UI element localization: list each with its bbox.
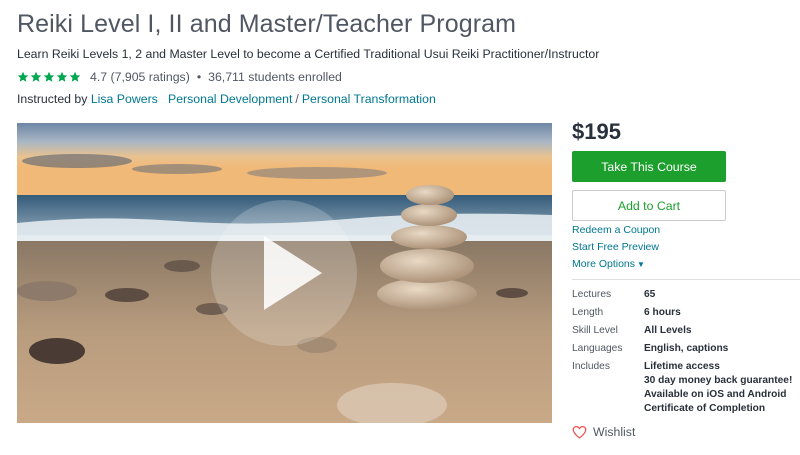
instructor-line: Instructed by Lisa Powers bbox=[17, 92, 158, 106]
star-icon bbox=[43, 71, 55, 82]
spec-value-languages: English, captions bbox=[644, 343, 729, 354]
spec-label-skill-level: Skill Level bbox=[572, 325, 618, 336]
spec-value-lectures: 65 bbox=[644, 289, 656, 300]
course-subtitle: Learn Reiki Levels 1, 2 and Master Level… bbox=[17, 47, 600, 61]
course-preview-video[interactable] bbox=[17, 123, 552, 423]
spec-label-length: Length bbox=[572, 307, 604, 318]
preview-image bbox=[17, 123, 552, 423]
heart-outline-icon bbox=[572, 425, 587, 439]
spec-value-length: 6 hours bbox=[644, 307, 681, 318]
play-icon[interactable] bbox=[211, 200, 357, 346]
instructor-link[interactable]: Lisa Powers bbox=[91, 92, 158, 106]
instructed-by-label: Instructed by bbox=[17, 92, 88, 106]
wishlist-button[interactable]: Wishlist bbox=[572, 425, 635, 439]
spec-label-includes: Includes bbox=[572, 361, 610, 372]
includes-item: Available on iOS and Android bbox=[644, 389, 787, 400]
spec-label-languages: Languages bbox=[572, 343, 623, 354]
category-link-personal-transformation[interactable]: Personal Transformation bbox=[302, 92, 436, 106]
star-icon bbox=[56, 71, 68, 82]
course-price: $195 bbox=[572, 119, 621, 144]
star-icon bbox=[30, 71, 42, 82]
spec-value-skill-level: All Levels bbox=[644, 325, 692, 336]
caret-down-icon: ▼ bbox=[637, 260, 645, 269]
redeem-coupon-link[interactable]: Redeem a Coupon bbox=[572, 224, 660, 236]
divider bbox=[572, 279, 800, 280]
breadcrumb-separator: / bbox=[295, 92, 299, 106]
course-title: Reiki Level I, II and Master/Teacher Pro… bbox=[17, 10, 517, 38]
spec-label-lectures: Lectures bbox=[572, 289, 612, 300]
star-rating bbox=[17, 71, 81, 83]
includes-item: 30 day money back guarantee! bbox=[644, 375, 793, 386]
rating-row: 4.7 (7,905 ratings) • 36,711 students en… bbox=[17, 69, 342, 85]
includes-item: Lifetime access bbox=[644, 361, 720, 372]
take-this-course-button[interactable]: Take This Course bbox=[572, 151, 726, 182]
more-options-label: More Options bbox=[572, 258, 636, 270]
start-free-preview-link[interactable]: Start Free Preview bbox=[572, 241, 659, 253]
star-icon bbox=[17, 71, 29, 82]
add-to-cart-button[interactable]: Add to Cart bbox=[572, 190, 726, 221]
separator-dot: • bbox=[196, 70, 202, 84]
enrolled-count: 36,711 students enrolled bbox=[208, 70, 342, 84]
wishlist-label: Wishlist bbox=[593, 425, 636, 439]
more-options-toggle[interactable]: More Options ▼ bbox=[572, 258, 645, 270]
category-link-personal-development[interactable]: Personal Development bbox=[168, 92, 292, 106]
rating-text: 4.7 (7,905 ratings) bbox=[90, 70, 190, 84]
includes-item: Certificate of Completion bbox=[644, 403, 766, 414]
star-icon bbox=[69, 71, 81, 82]
category-breadcrumb: Personal Development / Personal Transforma… bbox=[168, 92, 436, 106]
